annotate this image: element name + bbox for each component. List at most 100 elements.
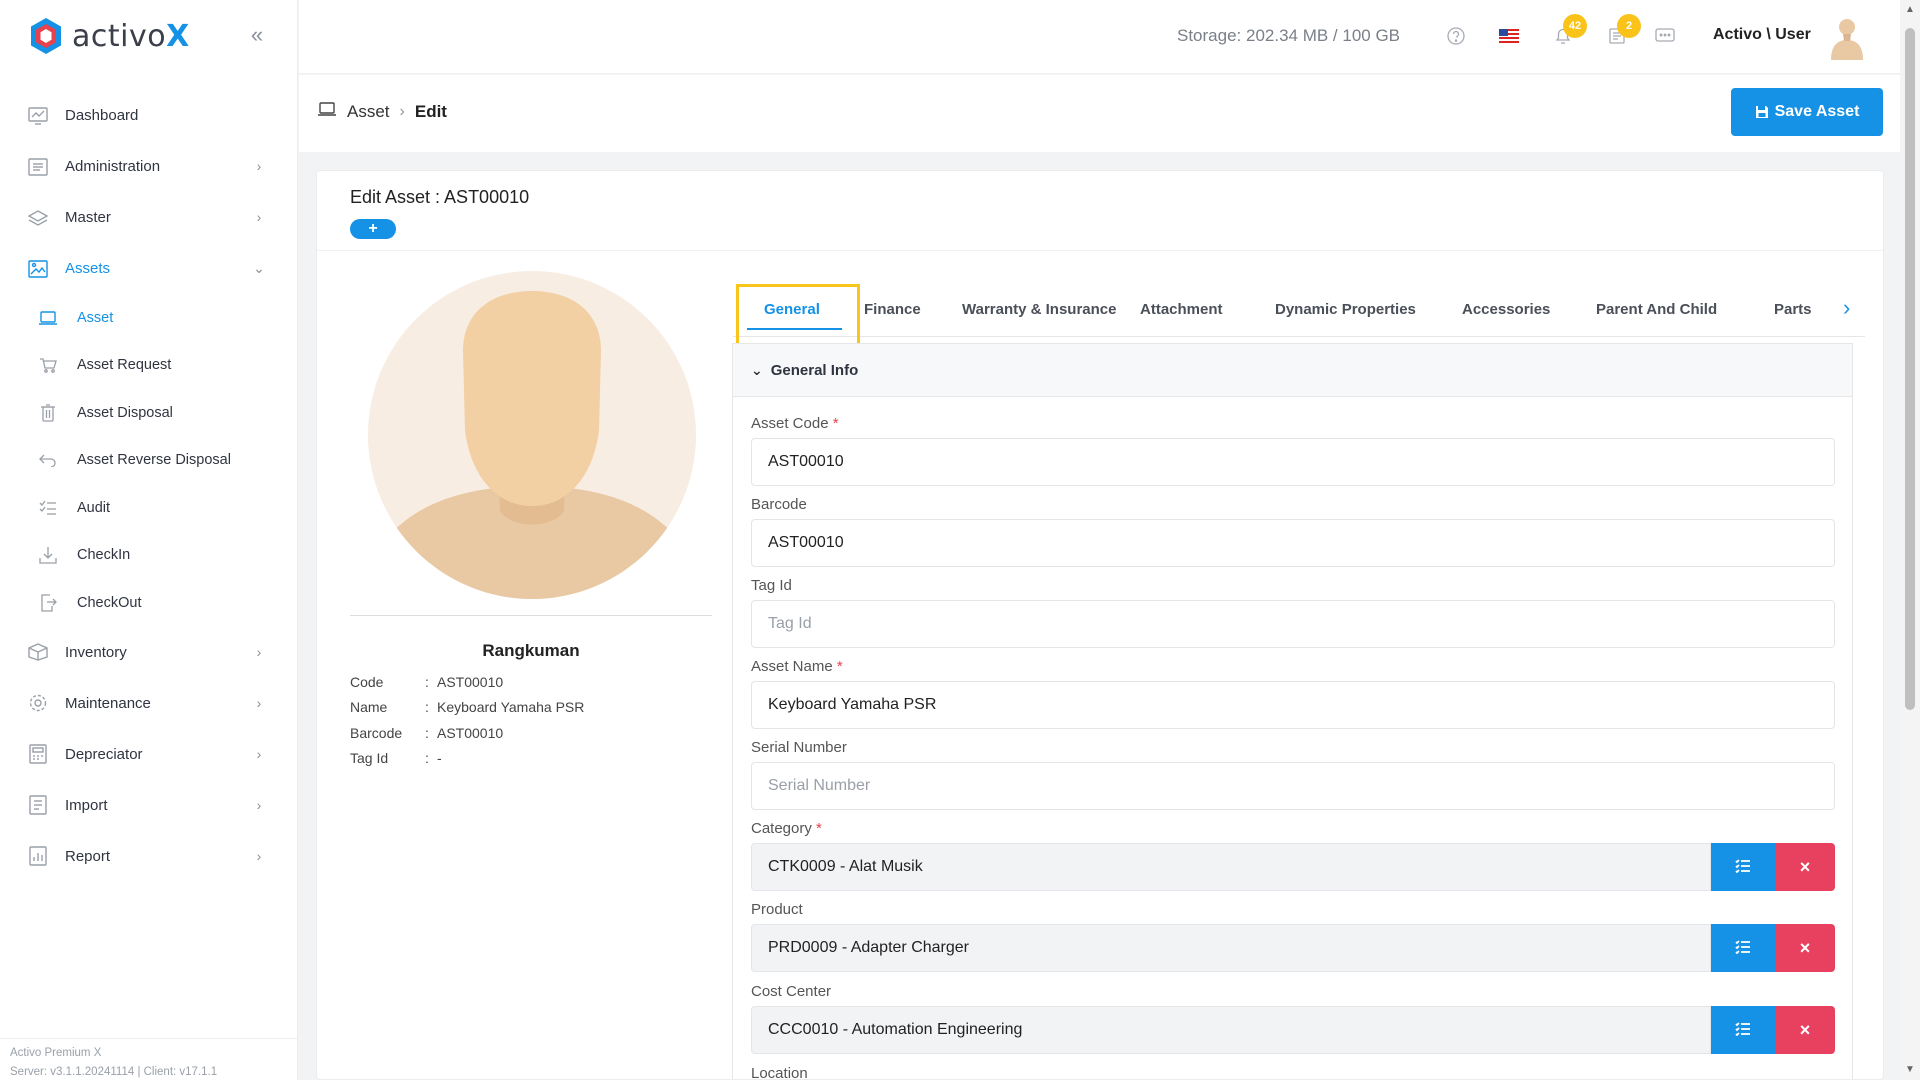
tab-finance[interactable]: Finance (864, 281, 921, 337)
active-tab-indicator (747, 328, 842, 330)
tab-parent-and-child[interactable]: Parent And Child (1596, 281, 1717, 337)
category-input[interactable] (751, 843, 1711, 891)
avatar[interactable] (1825, 14, 1869, 60)
chevron-right-icon[interactable]: › (1843, 297, 1863, 321)
tab-parts[interactable]: Parts (1774, 281, 1812, 337)
summary-row: Code: AST00010 (350, 673, 504, 690)
calculator-icon (28, 744, 48, 764)
field-label: Asset Code * (751, 415, 839, 432)
sidebar: activoX « Dashboard Administration › Mas… (0, 0, 298, 1080)
cost-center-clear-button[interactable]: × (1775, 1006, 1835, 1054)
field-label: Product (751, 901, 803, 918)
field-label: Category * (751, 820, 822, 837)
page-scrollbar[interactable]: ▲ ▼ (1900, 0, 1920, 1080)
edit-asset-card: Edit Asset : AST00010 + Rangkuman Code: A… (316, 170, 1884, 1080)
sidebar-item-inventory[interactable]: Inventory › (0, 627, 298, 678)
image-icon (28, 259, 48, 279)
card-header: Edit Asset : AST00010 + (317, 171, 1883, 251)
product-lookup-button[interactable] (1711, 924, 1775, 972)
us-flag-icon[interactable] (1497, 24, 1521, 48)
tab-warranty-insurance[interactable]: Warranty & Insurance (962, 281, 1117, 337)
sidebar-subitem-label: Asset Reverse Disposal (77, 452, 231, 469)
sidebar-subitem-asset-disposal[interactable]: Asset Disposal (0, 389, 298, 437)
breadcrumb-root[interactable]: Asset (347, 102, 390, 122)
field-label: Tag Id (751, 577, 792, 594)
sidebar-subitem-asset-reverse-disposal[interactable]: Asset Reverse Disposal (0, 437, 298, 485)
sidebar-item-report[interactable]: Report › (0, 831, 298, 882)
sidebar-item-maintenance[interactable]: Maintenance › (0, 678, 298, 729)
brand-logo[interactable]: activoX (28, 15, 190, 57)
sidebar-subitem-label: Asset Request (77, 357, 172, 374)
tab-dynamic-properties[interactable]: Dynamic Properties (1275, 281, 1416, 337)
tab-accessories[interactable]: Accessories (1462, 281, 1550, 337)
save-asset-button[interactable]: Save Asset (1731, 88, 1883, 136)
summary-row: Name: Keyboard Yamaha PSR (350, 699, 585, 716)
field-label: Barcode (751, 496, 807, 513)
sidebar-item-depreciator[interactable]: Depreciator › (0, 729, 298, 780)
field-label: Location (751, 1065, 808, 1080)
add-button[interactable]: + (350, 219, 396, 239)
tab-attachment[interactable]: Attachment (1140, 281, 1223, 337)
barcode-input[interactable] (751, 519, 1835, 567)
cost-center-lookup-button[interactable] (1711, 1006, 1775, 1054)
summary-row: Tag Id: - (350, 750, 442, 767)
scroll-down-icon[interactable]: ▼ (1904, 1064, 1916, 1076)
breadcrumb-current: Edit (414, 101, 447, 121)
version-text: Server: v3.1.1.20241114 | Client: v17.1.… (10, 1066, 218, 1078)
serial-number-field: Serial Number (751, 738, 1835, 810)
chevron-right-icon: › (256, 796, 262, 813)
sidebar-item-import[interactable]: Import › (0, 780, 298, 831)
checklist-icon (39, 499, 57, 517)
save-asset-label: Save Asset (1774, 103, 1860, 120)
product-input[interactable] (751, 924, 1711, 972)
chart-icon (28, 106, 48, 126)
breadcrumb: Asset › Edit (317, 101, 447, 122)
import-icon (28, 795, 48, 815)
help-icon[interactable] (1444, 24, 1468, 48)
sidebar-item-dashboard[interactable]: Dashboard (0, 90, 298, 141)
category-lookup-button[interactable] (1711, 843, 1775, 891)
message-icon[interactable] (1653, 24, 1677, 48)
general-info-header[interactable]: ⌄ General Info (733, 344, 1852, 397)
notification-bell-icon[interactable]: 42 (1551, 14, 1587, 48)
chevron-right-icon: › (399, 102, 405, 120)
tag-id-input[interactable] (751, 600, 1835, 648)
chevron-down-icon: ⌄ (253, 259, 265, 276)
product-field: Product × (751, 900, 1835, 972)
scrollbar-thumb[interactable] (1905, 28, 1915, 710)
category-clear-button[interactable]: × (1775, 843, 1835, 891)
laptop-icon (317, 101, 337, 122)
cost-center-input-group: × (751, 1006, 1835, 1054)
trash-icon (39, 404, 57, 422)
category-field: Category * × (751, 819, 1835, 891)
chevron-right-icon: › (256, 847, 262, 864)
serial-number-input[interactable] (751, 762, 1835, 810)
sidebar-subitem-asset-request[interactable]: Asset Request (0, 342, 298, 390)
sidebar-subitem-asset[interactable]: Asset (0, 294, 298, 342)
sidebar-subitem-checkin[interactable]: CheckIn (0, 532, 298, 580)
sidebar-subitem-audit[interactable]: Audit (0, 484, 298, 532)
box-icon (28, 642, 48, 662)
user-name[interactable]: Activo \ User (1713, 26, 1811, 44)
sidebar-item-master[interactable]: Master › (0, 192, 298, 243)
sidebar-item-administration[interactable]: Administration › (0, 141, 298, 192)
chevron-right-icon: › (256, 643, 262, 660)
close-icon: × (1799, 1019, 1811, 1040)
task-count-badge: 2 (1617, 14, 1641, 38)
sidebar-item-assets[interactable]: Assets ⌄ (0, 243, 298, 294)
asset-name-input[interactable] (751, 681, 1835, 729)
general-info-panel: ⌄ General Info Asset Code * Barcode Tag … (732, 343, 1853, 1080)
task-list-icon[interactable]: 2 (1605, 14, 1641, 48)
asset-code-input[interactable] (751, 438, 1835, 486)
cart-icon (39, 356, 57, 374)
scroll-up-icon[interactable]: ▲ (1904, 4, 1916, 16)
collapse-sidebar-button[interactable]: « (244, 22, 270, 48)
asset-photo-placeholder[interactable] (368, 271, 696, 599)
chevron-right-icon: › (256, 209, 262, 225)
sidebar-item-label: Administration (65, 158, 161, 175)
close-icon: × (1799, 856, 1811, 877)
product-clear-button[interactable]: × (1775, 924, 1835, 972)
brand-name: activoX (72, 18, 190, 54)
sidebar-subitem-checkout[interactable]: CheckOut (0, 579, 298, 627)
cost-center-input[interactable] (751, 1006, 1711, 1054)
